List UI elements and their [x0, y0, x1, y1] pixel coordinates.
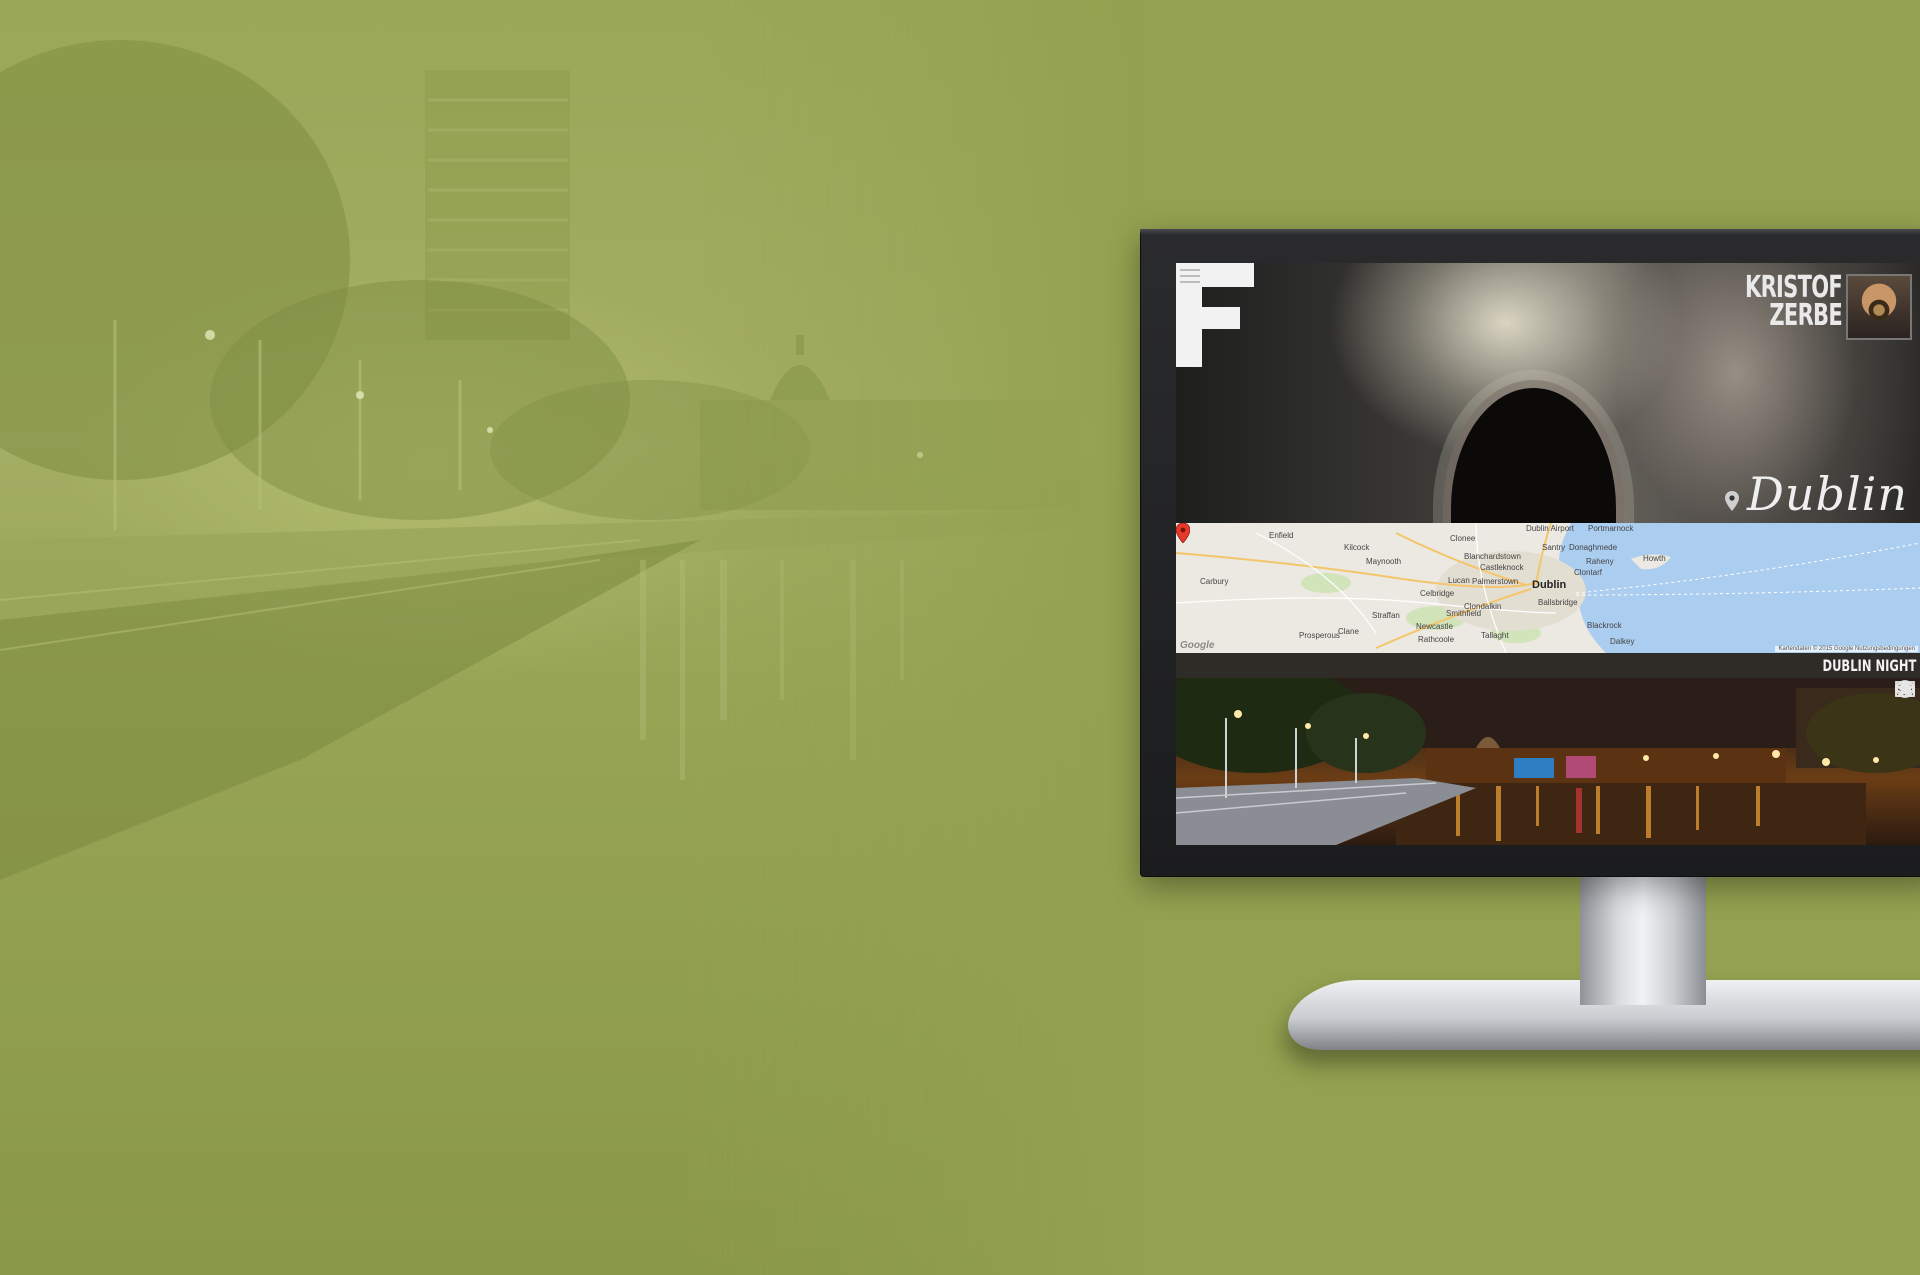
gallery-title[interactable]: DUBLIN NIGHT	[1822, 657, 1916, 674]
map-attribution[interactable]: Kartendaten © 2015 Google Nutzungsbeding…	[1775, 646, 1918, 652]
monitor-bezel-highlight	[1140, 229, 1920, 235]
map-label: Carbury	[1200, 577, 1229, 586]
brand-last-name: ZERBE	[1769, 298, 1842, 333]
map-label: Clonee	[1450, 534, 1476, 543]
map-label: Prosperous	[1299, 631, 1340, 640]
map-label: Ballsbridge	[1538, 598, 1578, 607]
map-label: Rathcoole	[1418, 635, 1455, 644]
night-panorama-image	[1176, 678, 1920, 845]
map-label: Blanchardstown	[1464, 552, 1521, 561]
map-label: Dublin Airport	[1526, 524, 1575, 533]
map-label: Celbridge	[1420, 589, 1455, 598]
map-label: Santry	[1542, 543, 1566, 552]
map-label: Palmerstown	[1472, 577, 1519, 586]
map-label: Blackrock	[1587, 621, 1622, 630]
map-label: Smithfield	[1446, 609, 1482, 618]
map-embed[interactable]: Dublin Airport Portmarnock Enfield Kilco…	[1176, 523, 1920, 653]
map-label: Newcastle	[1416, 622, 1453, 631]
map-marker-icon[interactable]	[1176, 523, 1190, 543]
monitor-stand-neck	[1580, 875, 1706, 1005]
background-photo	[0, 0, 1140, 1275]
hero-arch-image	[1451, 388, 1616, 523]
city-title: Dublin	[1746, 467, 1908, 521]
map-label: Howth	[1643, 554, 1666, 563]
hero-location: Dublin	[1724, 467, 1908, 521]
gallery-side-icons	[1894, 678, 1916, 698]
map-pin-icon	[1724, 491, 1739, 511]
map-label: Portmarnock	[1588, 524, 1634, 533]
map-label: Lucan	[1448, 576, 1470, 585]
map-label: Castleknock	[1480, 563, 1524, 572]
map-label: Clontarf	[1574, 568, 1603, 577]
background-cityscape	[0, 40, 1080, 880]
map-label: Dalkey	[1610, 637, 1635, 646]
gallery-photo[interactable]	[1176, 678, 1920, 845]
brand-name[interactable]: KRISTOF ZERBE	[1702, 273, 1843, 333]
map-label: Kilcock	[1344, 543, 1370, 552]
map-label: Enfield	[1269, 531, 1294, 540]
hamburger-menu-icon[interactable]	[1180, 269, 1200, 283]
map-label: Straffan	[1372, 611, 1400, 620]
star-icon[interactable]	[1894, 678, 1916, 700]
map-label: Maynooth	[1366, 557, 1402, 566]
map-label-city: Dublin	[1532, 579, 1567, 591]
monitor-screen: F KRISTOF ZERBE Dublin	[1176, 263, 1920, 845]
map-label: Donaghmede	[1569, 543, 1618, 552]
map-google-logo[interactable]: Google	[1180, 640, 1214, 651]
hero-section: F KRISTOF ZERBE Dublin	[1176, 263, 1920, 523]
map-label: Raheny	[1586, 557, 1614, 566]
gallery-header: DUBLIN NIGHT	[1176, 653, 1920, 678]
map-label: Clane	[1338, 627, 1359, 636]
map-label: Tallaght	[1481, 631, 1509, 640]
avatar[interactable]	[1846, 274, 1912, 340]
